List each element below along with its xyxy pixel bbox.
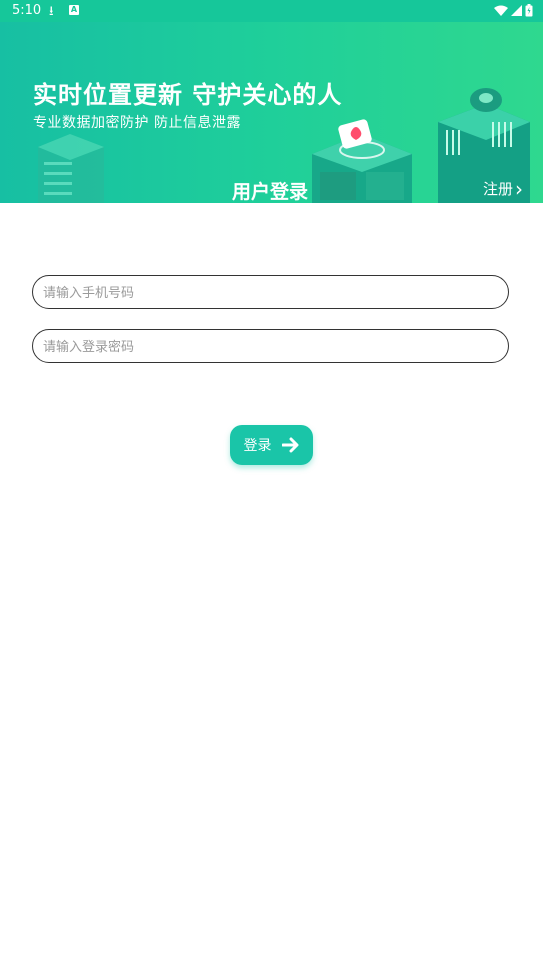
register-link[interactable]: 注册 › [483, 178, 523, 199]
notification-a-icon: A [69, 5, 79, 15]
phone-field[interactable] [32, 275, 509, 310]
password-field[interactable] [32, 329, 509, 364]
login-button[interactable]: 登录 [230, 425, 313, 465]
phone-input[interactable] [41, 276, 500, 310]
chevron-right-icon: › [515, 176, 524, 201]
login-label: 登录 [243, 438, 272, 454]
download-icon: ⭳ [49, 4, 54, 19]
status-time: 5:10 [12, 3, 42, 18]
password-input[interactable] [41, 330, 500, 364]
battery-icon [525, 4, 533, 17]
wifi-icon [494, 5, 508, 16]
banner-subslogan: 专业数据加密防护 防止信息泄露 [33, 115, 241, 131]
page-title: 用户登录 [232, 181, 309, 203]
status-right-icons [494, 4, 533, 17]
header-banner: 实时位置更新 守护关心的人 专业数据加密防护 防止信息泄露 用户登录 注册 › [0, 22, 543, 203]
cellular-signal-icon [511, 4, 522, 16]
banner-slogan: 实时位置更新 守护关心的人 [33, 81, 343, 109]
register-label: 注册 [483, 180, 514, 198]
arrow-right-icon [281, 437, 298, 453]
status-bar: 5:10 ⭳ A [0, 0, 543, 22]
